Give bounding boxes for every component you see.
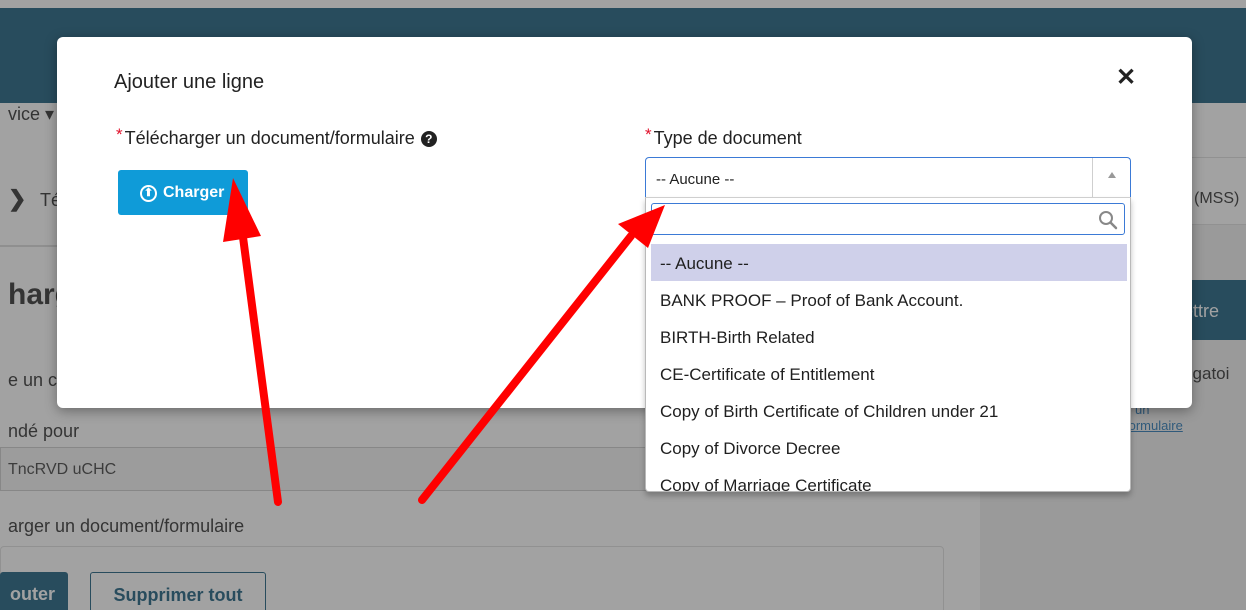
requested-for-label: ndé pour — [8, 421, 80, 441]
dropdown-option[interactable]: BIRTH-Birth Related — [651, 318, 1127, 355]
upload-section-label: arger un document/formulaire — [8, 516, 245, 536]
document-type-label: * Type de document — [645, 125, 802, 149]
dropdown-option[interactable]: BANK PROOF – Proof of Bank Account. — [651, 281, 1127, 318]
dropdown-option[interactable]: Copy of Marriage Certificate — [651, 466, 1127, 491]
required-marker: * — [645, 125, 652, 144]
charger-button-label: Charger — [163, 183, 225, 201]
document-type-select[interactable]: -- Aucune -- — [645, 157, 1131, 197]
chevron-right-icon: ❯ — [8, 186, 27, 211]
requested-for-value: TncRVD uCHC — [8, 461, 117, 478]
remove-all-button[interactable]: Supprimer tout — [90, 572, 266, 610]
modal-title: Ajouter une ligne — [114, 71, 265, 93]
chevron-up-icon — [1108, 172, 1116, 178]
select-toggle[interactable] — [1092, 158, 1131, 197]
mss-label: (MSS) — [1194, 190, 1240, 207]
dropdown-option[interactable]: Copy of Divorce Decree — [651, 429, 1127, 466]
help-icon[interactable]: ? — [420, 131, 437, 147]
dropdown-option[interactable]: -- Aucune -- — [651, 244, 1127, 281]
upload-document-label: * Télécharger un document/formulaire? — [116, 125, 437, 149]
document-type-label-text: Type de document — [653, 128, 802, 148]
form-label: e un c — [8, 370, 58, 390]
dropdown-option[interactable]: Copy of Birth Certificate of Children un… — [651, 392, 1127, 429]
document-type-selected-value: -- Aucune -- — [656, 171, 735, 188]
service-menu[interactable]: vice ▾ — [8, 104, 54, 125]
add-button[interactable]: outer — [0, 572, 68, 610]
dropdown-option[interactable]: CE-Certificate of Entitlement — [651, 355, 1127, 392]
side-link-formulaire[interactable]: formulaire — [1125, 418, 1183, 433]
dropdown-search-input[interactable] — [658, 208, 1078, 230]
upload-icon: ⬆ — [140, 184, 157, 202]
dropdown-options-list: -- Aucune -- BANK PROOF – Proof of Bank … — [651, 244, 1127, 491]
required-marker: * — [116, 125, 123, 144]
close-icon[interactable]: ✕ — [1113, 65, 1139, 91]
search-icon — [1099, 211, 1118, 230]
upload-document-label-text: Télécharger un document/formulaire — [124, 128, 415, 148]
document-type-dropdown: -- Aucune -- BANK PROOF – Proof of Bank … — [645, 197, 1131, 492]
charger-upload-button[interactable]: ⬆ Charger — [118, 170, 248, 215]
dropdown-search-box[interactable] — [651, 203, 1125, 235]
